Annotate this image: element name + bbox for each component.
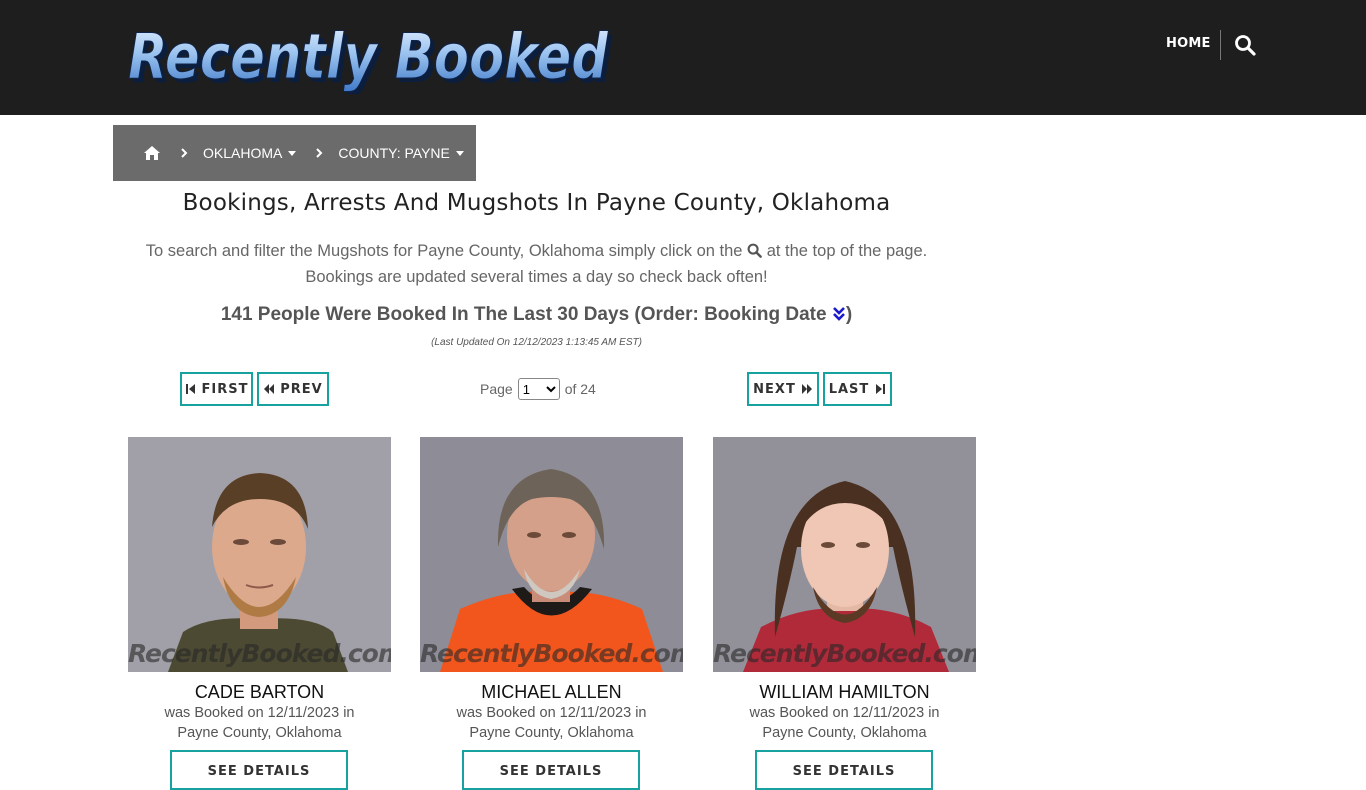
person-name[interactable]: WILLIAM HAMILTON	[713, 682, 976, 703]
mugshot-image	[713, 437, 976, 672]
double-chevron-down-icon[interactable]	[832, 306, 846, 322]
chevron-right-icon	[181, 148, 188, 158]
booking-date-text: was Booked on 12/11/2023 in	[749, 705, 940, 721]
image-watermark: RecentlyBooked.com	[420, 639, 683, 668]
next-page-button[interactable]: NEXT	[747, 372, 819, 406]
description-text: To search and filter the Mugshots for Pa…	[145, 242, 743, 260]
booking-location: Payne County, Oklahoma	[469, 725, 634, 741]
last-label: LAST	[828, 381, 870, 397]
breadcrumb: OKLAHOMA COUNTY: PAYNE	[113, 125, 476, 181]
mugshot-photo[interactable]: RecentlyBooked.com	[713, 437, 976, 672]
site-logo[interactable]: Recently Booked Recently Booked	[126, 18, 616, 95]
chevron-right-icon	[316, 148, 323, 158]
forward-icon	[801, 384, 812, 394]
page-selector: Page 1 of 24	[480, 378, 596, 400]
logo-text: Recently Booked	[128, 20, 609, 93]
booking-date-text: was Booked on 12/11/2023 in	[164, 705, 355, 721]
booking-card[interactable]: RecentlyBooked.com WILLIAM HAMILTON was …	[713, 437, 976, 743]
mugshot-photo[interactable]: RecentlyBooked.com	[128, 437, 391, 672]
booking-count-text: 141 People Were Booked In The Last 30 Da…	[220, 304, 827, 325]
nav-home-link[interactable]: HOME	[1166, 36, 1211, 51]
image-watermark: RecentlyBooked.com	[713, 639, 976, 668]
step-forward-icon	[876, 384, 886, 394]
mugshot-image	[128, 437, 391, 672]
person-name[interactable]: MICHAEL ALLEN	[420, 682, 683, 703]
see-details-button[interactable]: SEE DETAILS	[170, 750, 348, 790]
nav-divider	[1220, 30, 1221, 60]
mugshot-image	[420, 437, 683, 672]
caret-down-icon	[288, 150, 297, 156]
last-page-button[interactable]: LAST	[823, 372, 892, 406]
caret-down-icon	[455, 150, 464, 156]
prev-label: PREV	[280, 381, 323, 397]
see-details-button[interactable]: SEE DETAILS	[462, 750, 640, 790]
breadcrumb-state-dropdown[interactable]: OKLAHOMA	[203, 145, 297, 161]
mugshot-photo[interactable]: RecentlyBooked.com	[420, 437, 683, 672]
description-text-end: at the top of the page.	[766, 242, 928, 260]
step-backward-icon	[185, 384, 195, 394]
description-line2: Bookings are updated several times a day…	[305, 268, 768, 286]
image-watermark: RecentlyBooked.com	[128, 639, 391, 668]
top-header: Recently Booked Recently Booked HOME	[0, 0, 1366, 115]
page-select[interactable]: 1	[517, 378, 560, 400]
prev-page-button[interactable]: PREV	[257, 372, 329, 406]
booking-location: Payne County, Oklahoma	[177, 725, 342, 741]
breadcrumb-state-label: OKLAHOMA	[203, 145, 283, 161]
page-label: Page	[480, 381, 513, 397]
search-icon[interactable]	[1234, 34, 1256, 56]
last-updated: (Last Updated On 12/12/2023 1:13:45 AM E…	[431, 337, 642, 348]
booking-date-text: was Booked on 12/11/2023 in	[456, 705, 647, 721]
breadcrumb-county-label: COUNTY: PAYNE	[338, 145, 450, 161]
first-page-button[interactable]: FIRST	[180, 372, 253, 406]
booking-card[interactable]: RecentlyBooked.com CADE BARTON was Booke…	[128, 437, 391, 743]
booking-count: 141 People Were Booked In The Last 30 Da…	[113, 304, 960, 326]
page-description: To search and filter the Mugshots for Pa…	[113, 238, 960, 290]
home-icon[interactable]	[143, 144, 161, 162]
booking-card[interactable]: RecentlyBooked.com MICHAEL ALLEN was Boo…	[420, 437, 683, 743]
booking-location: Payne County, Oklahoma	[762, 725, 927, 741]
person-name[interactable]: CADE BARTON	[128, 682, 391, 703]
booking-count-close: )	[845, 304, 853, 325]
see-details-button[interactable]: SEE DETAILS	[755, 750, 933, 790]
page-title: Bookings, Arrests And Mugshots In Payne …	[182, 190, 891, 216]
first-label: FIRST	[201, 381, 249, 397]
page-total: of 24	[564, 381, 596, 397]
next-label: NEXT	[753, 381, 796, 397]
search-icon	[747, 243, 762, 258]
backward-icon	[264, 384, 275, 394]
breadcrumb-county-dropdown[interactable]: COUNTY: PAYNE	[338, 145, 464, 161]
